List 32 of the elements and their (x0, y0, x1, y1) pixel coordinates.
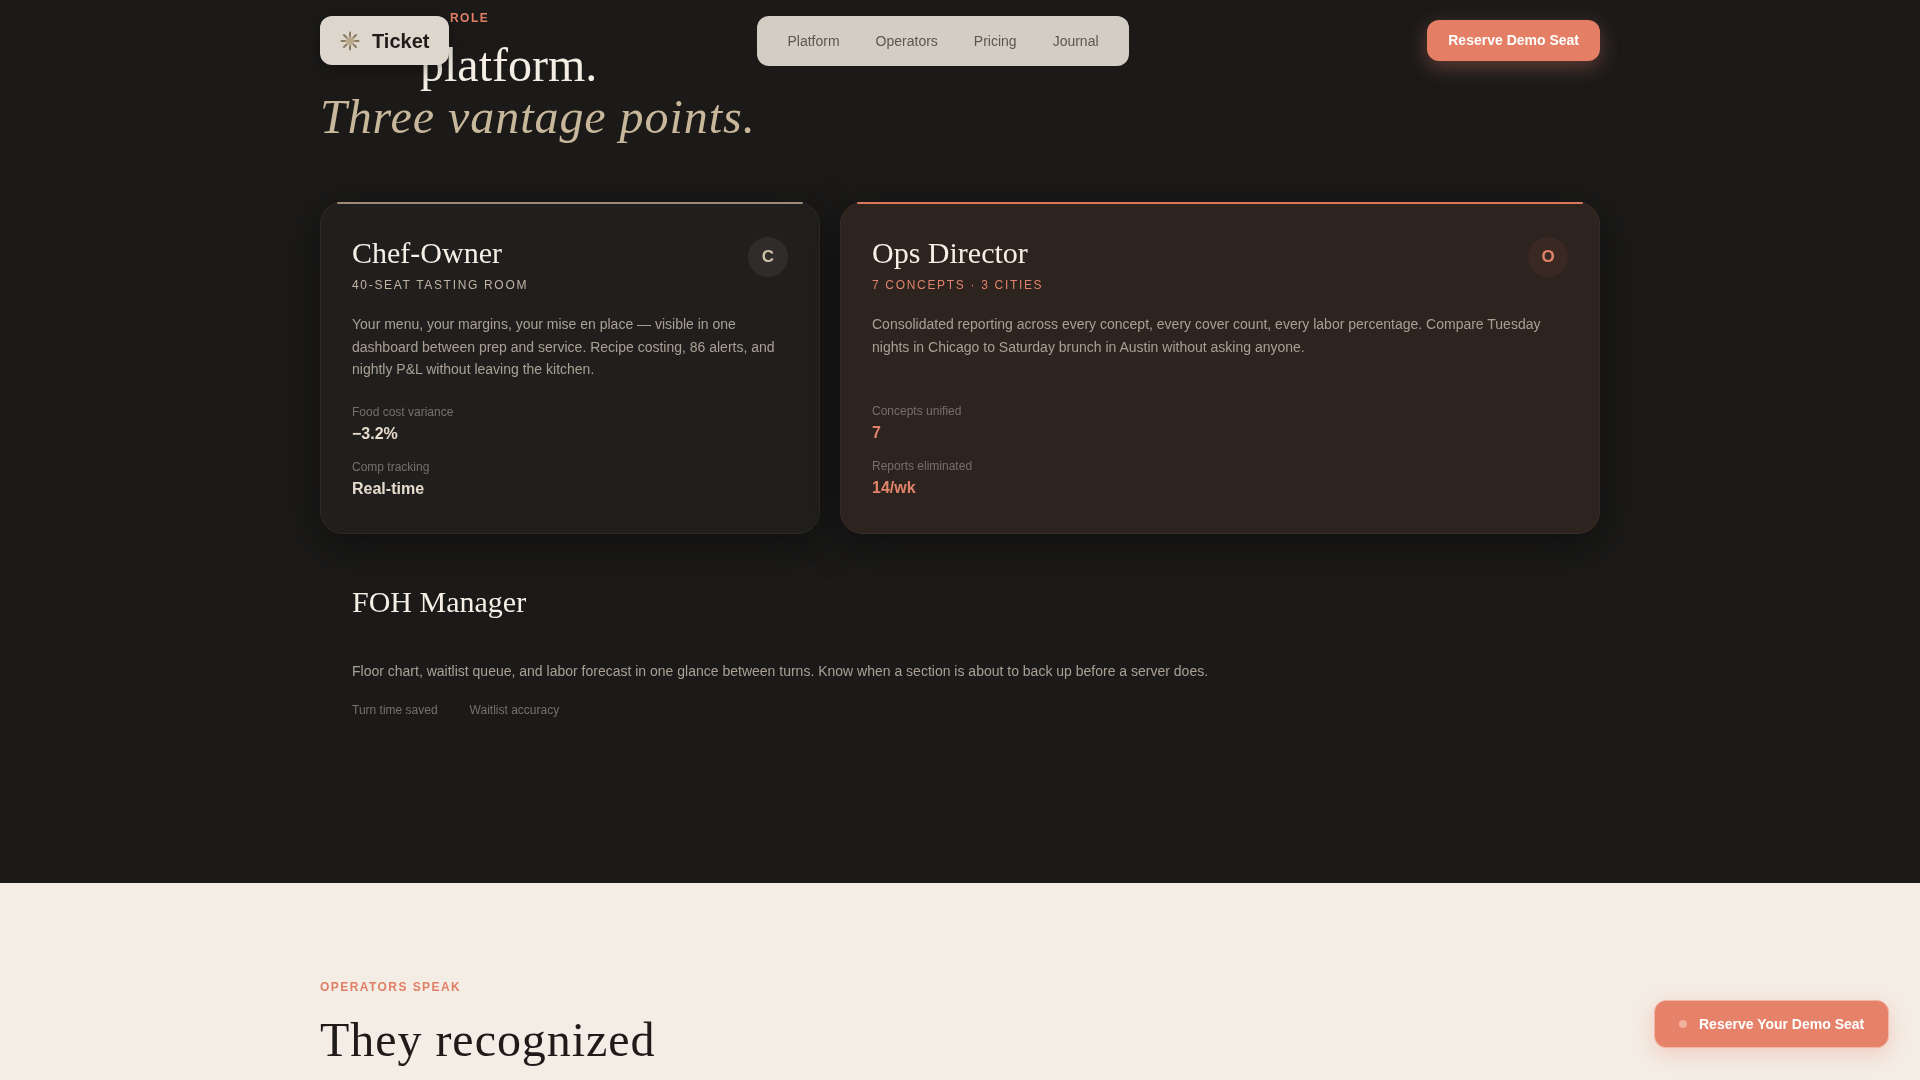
card-description: Your menu, your margins, your mise en place — visible in one dashboard between prep and service. Recipe costing, 86 alerts, and nightly P&L without leaving the kitchen. (352, 315, 776, 379)
card-subtitle: 7 CONCEPTS · 3 CITIES (872, 277, 1044, 293)
card-title: FOH Manager (352, 584, 527, 620)
card-title: Chef-Owner (352, 235, 503, 271)
card-description: Floor chart, waitlist queue, and labor forecast in one glance between turns. Know when a section is about to back up before a server does. (352, 662, 1210, 681)
floating-reserve-button[interactable]: Reserve Your Demo Seat (1654, 1000, 1890, 1048)
section-subtitle: Three vantage points. (320, 91, 756, 143)
stat-value: Real-time (352, 478, 426, 499)
nav-link[interactable]: Journal (1034, 24, 1117, 58)
stat-label: Concepts unified (872, 404, 963, 419)
stat-label: Food cost variance (352, 404, 455, 420)
stat-value: 14/wk (872, 478, 917, 498)
card-description: Consolidated reporting across every concept, every cover count, every labor percentage. Compare Tuesday nights in Chicago to Saturday brunch in Austin without asking anyone. (872, 315, 1542, 357)
stat-label: Reports eliminated (872, 459, 974, 474)
nav-link[interactable]: Operators (857, 24, 956, 58)
stat-label: Waitlist accuracy (469, 702, 560, 718)
brand-name: Ticket (372, 28, 430, 52)
nav-link[interactable]: Platform (769, 24, 858, 58)
stat-value: −3.2% (352, 423, 399, 444)
reserve-demo-button[interactable]: Reserve Demo Seat (1427, 20, 1600, 61)
section-eyebrow: ROLE (450, 11, 490, 25)
section-eyebrow: OPERATORS SPEAK (320, 980, 463, 994)
card-title: Ops Director (872, 235, 1029, 271)
role-avatar: O (1528, 237, 1568, 277)
stat-label: Comp tracking (352, 459, 431, 475)
stat-value: 7 (872, 423, 882, 443)
stat-label: Turn time saved (352, 702, 438, 718)
role-avatar: C (748, 237, 788, 277)
card-subtitle: 40-SEAT TASTING ROOM (352, 277, 529, 293)
nav-link[interactable]: Pricing (955, 24, 1035, 58)
section-title: They recognized (320, 1014, 656, 1066)
sunburst-icon (340, 30, 360, 51)
